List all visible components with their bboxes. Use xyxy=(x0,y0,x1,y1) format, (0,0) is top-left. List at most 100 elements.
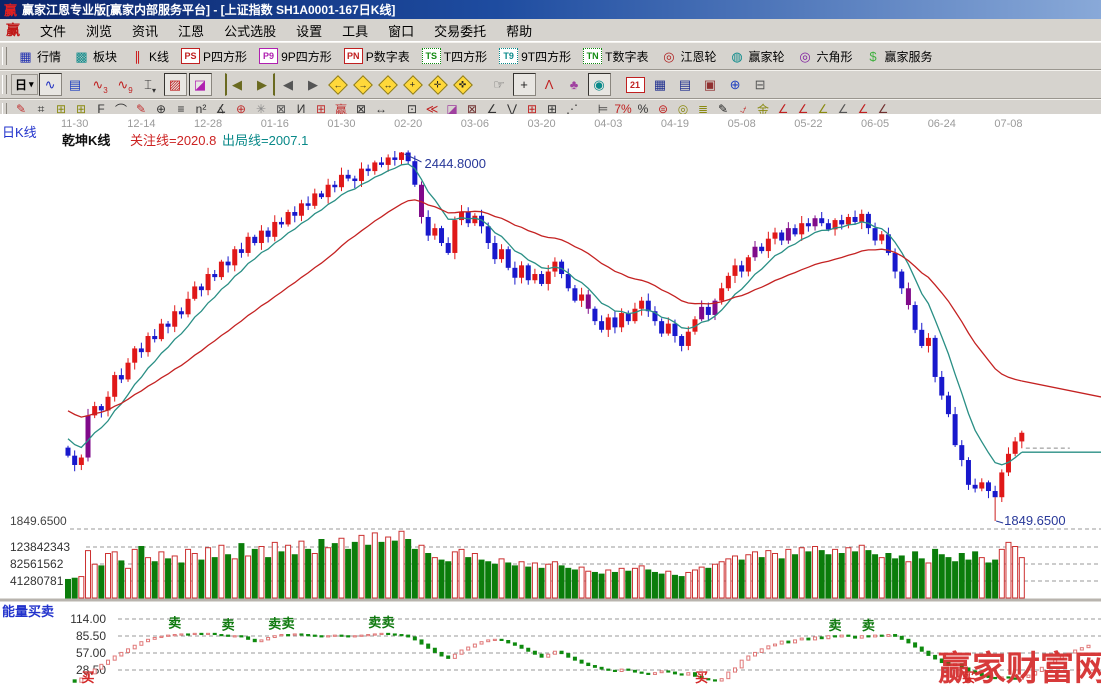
candle xyxy=(665,323,671,334)
candle xyxy=(185,298,191,315)
energy-bar xyxy=(546,653,551,658)
volume-bar xyxy=(511,565,518,599)
energy-bar xyxy=(326,635,331,638)
gann-wheel-button[interactable]: ◎ 江恩轮 xyxy=(654,44,722,68)
volume-bar xyxy=(91,563,98,599)
menu-item-0[interactable]: 文件 xyxy=(30,19,76,42)
document-icon[interactable]: ▤ xyxy=(64,73,87,96)
menu-item-4[interactable]: 公式选股 xyxy=(214,19,286,42)
dia-right-icon[interactable]: → xyxy=(352,73,375,96)
volume-bar xyxy=(98,565,105,599)
energy-bar xyxy=(152,637,157,640)
next-icon[interactable]: ▶ xyxy=(302,73,325,96)
volume-bar xyxy=(245,555,252,599)
wave9-icon[interactable]: ∿ 9 xyxy=(114,73,137,96)
energy-bar xyxy=(252,638,257,643)
candle xyxy=(492,243,498,260)
dia-left-icon[interactable]: ← xyxy=(327,73,350,96)
main-chart[interactable]: 日K线乾坤K线 关注线=2020.8 出局线=2007.1 11-30 12-14 12-… xyxy=(0,114,1101,689)
dia-expand-all-icon[interactable]: ✛ xyxy=(427,73,450,96)
toolbar-grip[interactable] xyxy=(2,75,7,94)
candle xyxy=(925,337,931,346)
9t-square-button[interactable]: T9 9T四方形 xyxy=(493,44,577,68)
hand-tool-icon[interactable]: ☞ xyxy=(488,73,511,96)
candle xyxy=(165,323,171,327)
candle xyxy=(985,482,991,492)
menu-item-3[interactable]: 江恩 xyxy=(168,19,214,42)
t-table-button[interactable]: TN T数字表 xyxy=(577,44,654,68)
volume-bar xyxy=(818,550,825,599)
menu-item-2[interactable]: 资讯 xyxy=(122,19,168,42)
date-tick: 02-20 xyxy=(394,118,422,130)
volume-bar xyxy=(825,554,832,599)
go-first-icon[interactable]: ◀ xyxy=(224,73,249,96)
p-square-button[interactable]: PS P四方形 xyxy=(175,44,253,68)
print-icon[interactable]: ⊟ xyxy=(749,73,772,96)
t-square-button[interactable]: TS T四方形 xyxy=(416,44,493,68)
candle xyxy=(98,406,104,411)
energy-bar xyxy=(472,643,477,648)
dia-cross-icon[interactable]: ✜ xyxy=(452,73,475,96)
energy-bar xyxy=(139,641,144,646)
red-grid-icon[interactable]: ▨ xyxy=(163,73,187,96)
magic-tool-icon[interactable]: ♣ xyxy=(563,73,586,96)
period-dropdown[interactable]: 日 ▾ xyxy=(11,74,38,95)
candle xyxy=(532,274,538,281)
chart-area[interactable]: 日K线 乾坤K线 关注线=2020.8 出局线=2007.1 11-30 12-14 12-… xyxy=(0,114,1101,689)
energy-bar xyxy=(306,634,311,637)
zigzag-tool-icon[interactable]: ∿ xyxy=(38,73,62,96)
energy-bar xyxy=(879,634,884,637)
svg-text:出局线=2007.1: 出局线=2007.1 xyxy=(222,133,308,148)
save-icon[interactable]: ▣ xyxy=(699,73,722,96)
color-chart-icon[interactable]: ◪ xyxy=(188,73,212,96)
volume-bar xyxy=(938,554,945,599)
volume-bar xyxy=(371,532,378,599)
volume-bar xyxy=(832,548,839,599)
dia-compress-icon[interactable]: + xyxy=(402,73,425,96)
candle xyxy=(725,275,731,289)
divider-tool-icon[interactable]: Λ xyxy=(538,73,561,96)
energy-bar xyxy=(893,634,898,637)
crosshair-tool-icon[interactable]: + xyxy=(512,73,536,96)
volume-bar xyxy=(538,567,545,599)
candle xyxy=(579,294,585,301)
brain-tool-icon[interactable]: ◉ xyxy=(587,73,611,96)
energy-bar xyxy=(779,640,784,645)
energy-bar xyxy=(459,649,464,655)
candle-period-icon[interactable]: ⌶ ▾ xyxy=(139,73,162,96)
candle xyxy=(812,218,818,227)
calendar-icon[interactable]: 21 xyxy=(624,73,647,96)
menu-item-5[interactable]: 设置 xyxy=(286,19,332,42)
go-last-icon[interactable]: ▶ xyxy=(251,73,275,96)
volume-bar xyxy=(78,576,85,599)
menu-item-7[interactable]: 窗口 xyxy=(378,19,424,42)
volume-bar xyxy=(111,551,118,599)
candle xyxy=(599,321,605,330)
9p-square-button[interactable]: P9 9P四方形 xyxy=(253,44,338,68)
menu-item-8[interactable]: 交易委托 xyxy=(424,19,496,42)
winner-service-button[interactable]: $ 赢家服务 xyxy=(859,44,939,68)
dia-h-expand-icon[interactable]: ↔ xyxy=(377,73,400,96)
toolbar-grip[interactable] xyxy=(2,46,7,66)
p-table-button[interactable]: PN P数字表 xyxy=(338,44,416,68)
menu-item-1[interactable]: 浏览 xyxy=(76,19,122,42)
menu-item-6[interactable]: 工具 xyxy=(332,19,378,42)
export-icon[interactable]: ⊕ xyxy=(724,73,747,96)
energy-bar xyxy=(733,667,737,673)
candle xyxy=(445,243,451,253)
gann-wheel-icon: ◎ xyxy=(663,48,675,64)
9p-square-button-label: 9P四方形 xyxy=(281,49,332,64)
energy-bar xyxy=(532,650,537,655)
sell-marker: 卖 xyxy=(382,615,395,630)
wave3-icon[interactable]: ∿ 3 xyxy=(89,73,112,96)
prev-icon[interactable]: ◀ xyxy=(277,73,300,96)
notes-icon[interactable]: ▤ xyxy=(674,73,697,96)
winner-wheel-button[interactable]: ◍ 赢家轮 xyxy=(722,44,790,68)
quotes-button[interactable]: ▦ 行情 xyxy=(11,44,67,68)
volume-bar xyxy=(458,548,465,599)
menu-item-9[interactable]: 帮助 xyxy=(496,19,542,42)
kline-button[interactable]: ∥ K线 xyxy=(123,44,175,68)
sectors-button[interactable]: ▩ 板块 xyxy=(67,44,123,68)
calculator-icon[interactable]: ▦ xyxy=(649,73,672,96)
hexagon-button[interactable]: ◎ 六角形 xyxy=(791,44,859,68)
